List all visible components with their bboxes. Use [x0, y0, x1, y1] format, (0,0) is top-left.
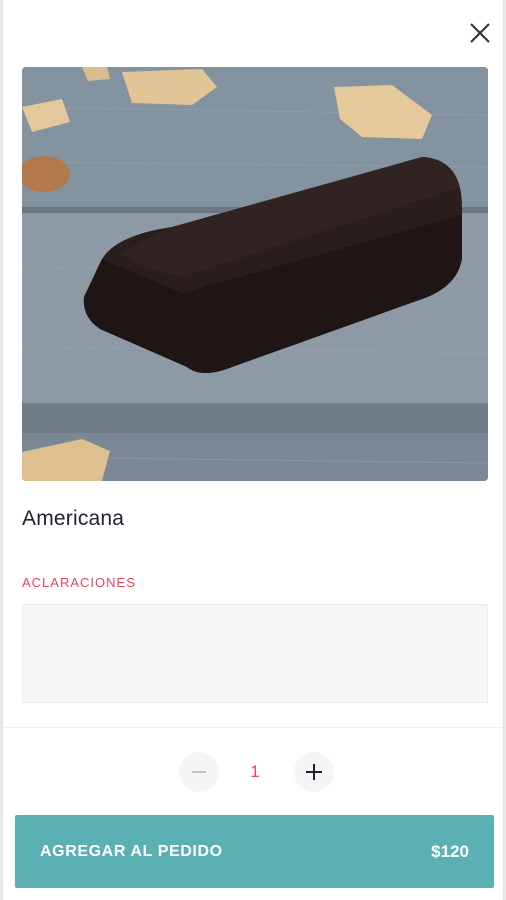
close-icon [470, 23, 490, 43]
minus-icon [192, 771, 206, 773]
total-price: $120 [431, 841, 469, 861]
plus-icon [306, 764, 322, 780]
quantity-stepper: 1 [3, 752, 503, 794]
increase-quantity-button[interactable] [294, 752, 334, 792]
add-to-order-label: AGREGAR AL PEDIDO [40, 842, 223, 860]
product-image [22, 67, 488, 481]
close-button[interactable] [465, 18, 495, 48]
quantity-value: 1 [250, 762, 260, 781]
divider [3, 727, 503, 728]
notes-field[interactable] [22, 604, 488, 703]
notes-label: ACLARACIONES [22, 575, 136, 590]
product-name: Americana [22, 507, 125, 530]
product-modal: Americana ACLARACIONES 1 AGREGAR AL PEDI… [3, 0, 503, 900]
add-to-order-button[interactable]: AGREGAR AL PEDIDO $120 [15, 815, 494, 888]
decrease-quantity-button[interactable] [179, 752, 219, 792]
